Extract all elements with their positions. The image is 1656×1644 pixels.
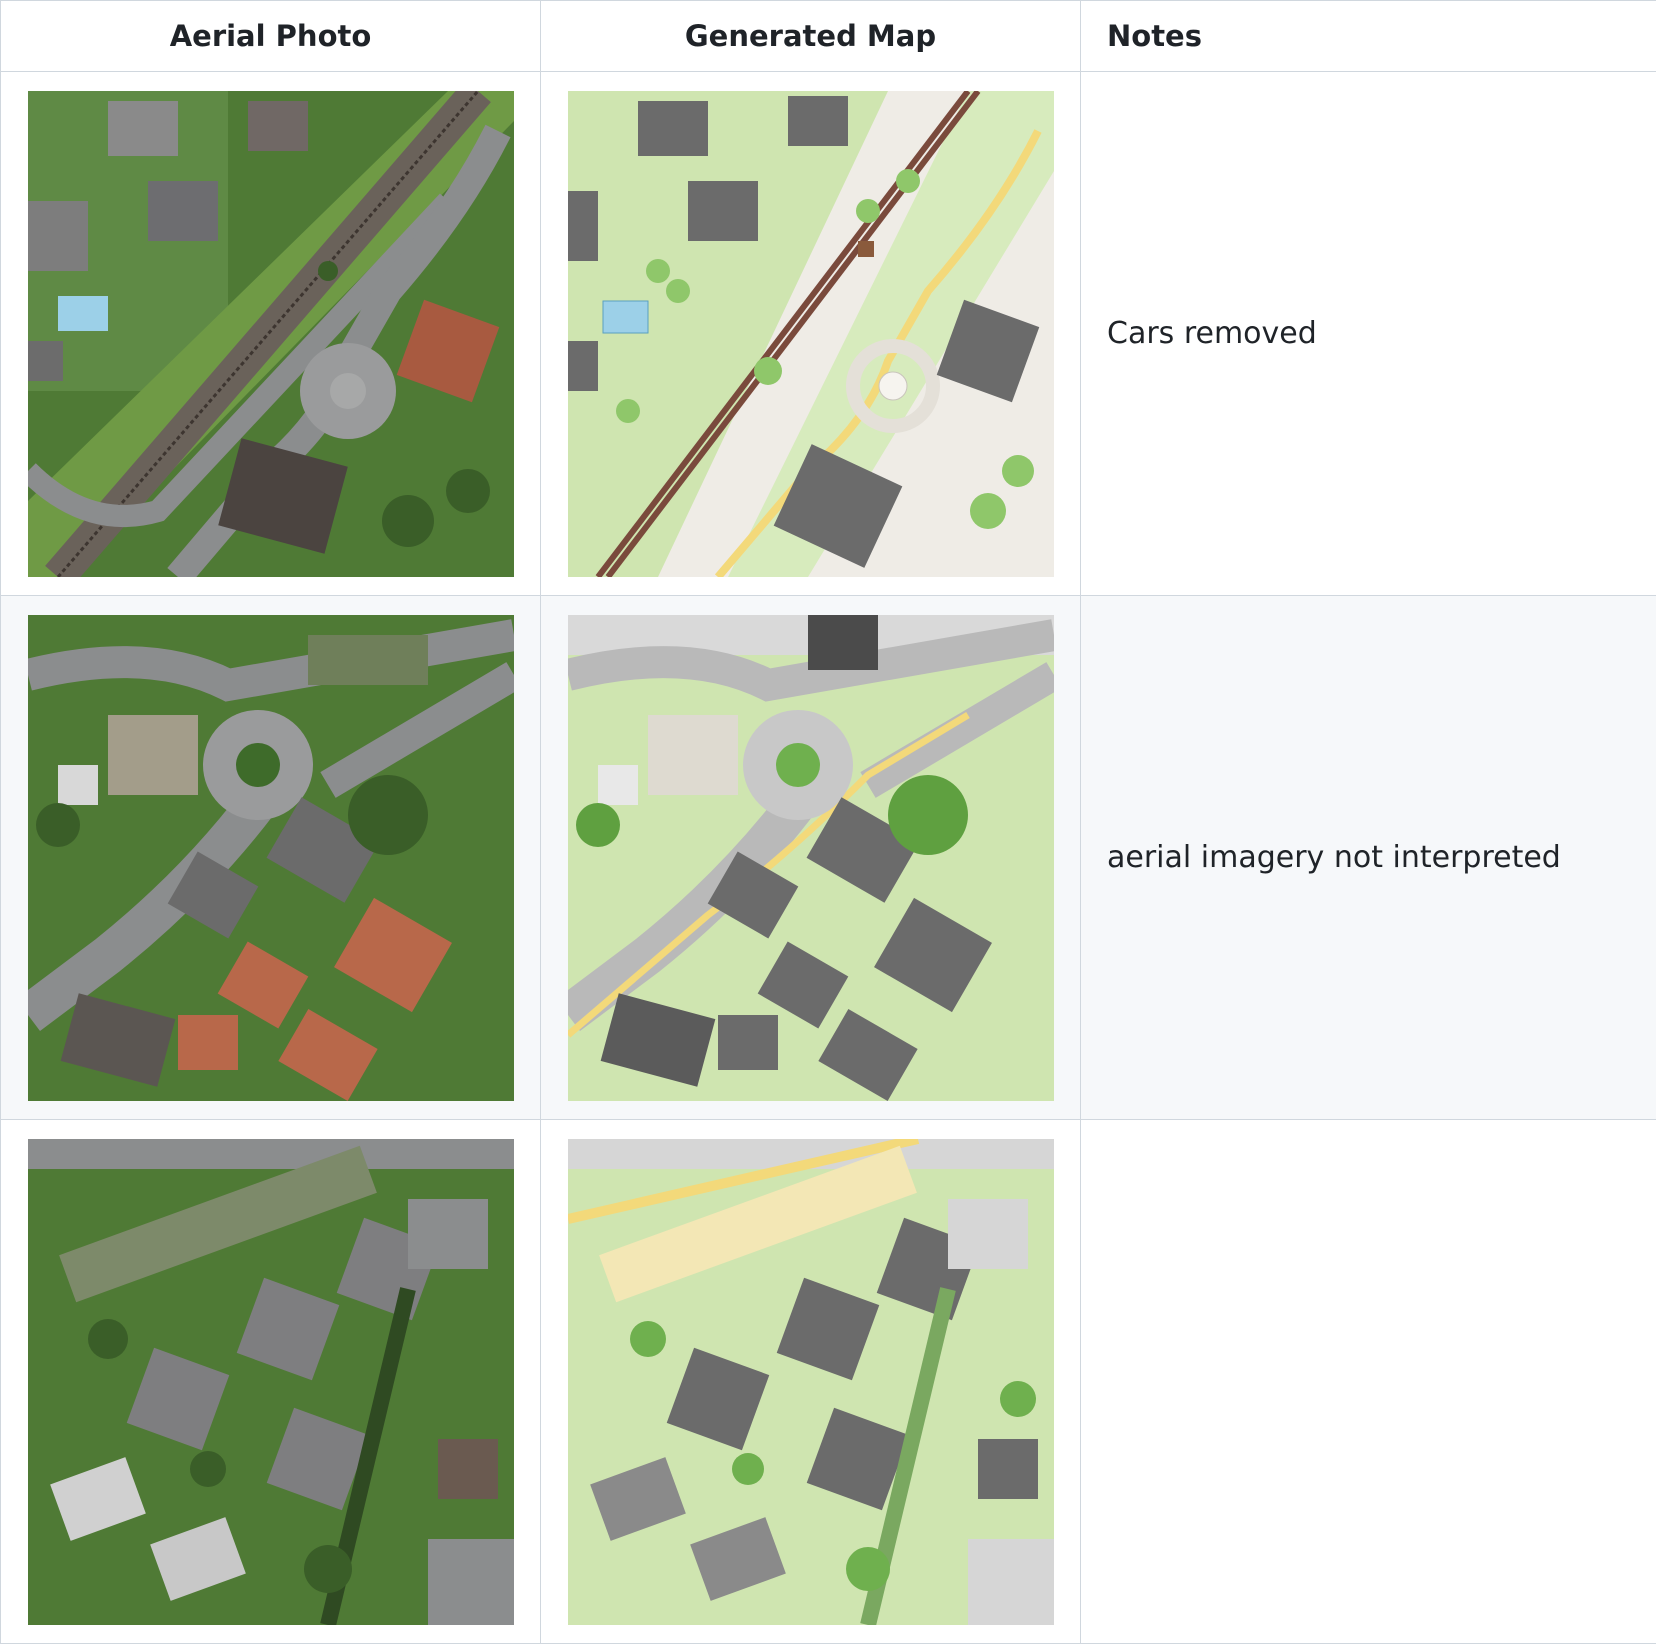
notes-cell: Cars removed (1081, 72, 1656, 596)
table-row: Cars removed (1, 72, 1656, 596)
notes-cell: aerial imagery not interpreted (1081, 596, 1656, 1120)
aerial-photo-railway-roundabout (28, 91, 514, 577)
notes-cell (1081, 1120, 1656, 1644)
table-row: aerial imagery not interpreted (1, 596, 1656, 1120)
generated-map-roundabout-houses (568, 615, 1054, 1101)
table-header-row: Aerial Photo Generated Map Notes (1, 1, 1656, 72)
aerial-photo-cell (1, 596, 541, 1120)
generated-map-cell (541, 1120, 1081, 1644)
header-generated-map: Generated Map (541, 1, 1081, 72)
generated-map-railway-roundabout (568, 91, 1054, 577)
header-notes: Notes (1081, 1, 1656, 72)
aerial-photo-cell (1, 72, 541, 596)
aerial-photo-apartment-blocks (28, 1139, 514, 1625)
generated-map-cell (541, 72, 1081, 596)
header-aerial-photo: Aerial Photo (1, 1, 541, 72)
generated-map-apartment-blocks (568, 1139, 1054, 1625)
aerial-photo-cell (1, 1120, 541, 1644)
aerial-photo-roundabout-houses (28, 615, 514, 1101)
comparison-table: Aerial Photo Generated Map Notes (0, 0, 1656, 1644)
generated-map-cell (541, 596, 1081, 1120)
table-row (1, 1120, 1656, 1644)
